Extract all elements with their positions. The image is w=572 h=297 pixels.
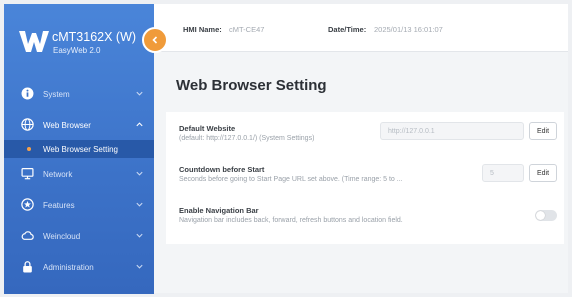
selected-dot xyxy=(27,147,31,151)
sidebar: cMT3162X (W) EasyWeb 2.0 System Web Brow… xyxy=(4,4,154,294)
chevron-down-icon xyxy=(136,171,143,176)
toggle-knob xyxy=(536,211,545,220)
default-website-title: Default Website xyxy=(179,124,236,133)
sidebar-nav: System Web Browser Web Browser Setting N… xyxy=(4,78,154,282)
lock-icon xyxy=(23,261,32,273)
cloud-icon xyxy=(21,231,34,240)
star-icon xyxy=(21,198,34,211)
sidebar-item-web-browser[interactable]: Web Browser xyxy=(4,109,154,140)
default-website-field[interactable]: http://127.0.0.1 xyxy=(380,122,524,140)
edit-default-website-button[interactable]: Edit xyxy=(529,122,557,140)
sidebar-item-label: Features xyxy=(43,201,75,210)
sidebar-item-features[interactable]: Features xyxy=(4,189,154,220)
brand-header: cMT3162X (W) EasyWeb 2.0 xyxy=(4,4,154,74)
sidebar-item-weincloud[interactable]: Weincloud xyxy=(4,220,154,251)
chevron-down-icon xyxy=(136,91,143,96)
sidebar-item-label: Weincloud xyxy=(43,232,81,241)
hmi-name-label: HMI Name: xyxy=(183,25,222,34)
globe-icon xyxy=(21,118,34,131)
main-content: Web Browser Setting Default Website (def… xyxy=(154,52,568,293)
datetime-label: Date/Time: xyxy=(328,25,367,34)
sidebar-item-system[interactable]: System xyxy=(4,78,154,109)
sidebar-item-label: Web Browser xyxy=(43,121,91,130)
navigation-bar-toggle[interactable] xyxy=(535,210,557,221)
navigation-bar-desc: Navigation bar includes back, forward, r… xyxy=(179,217,403,224)
monitor-icon xyxy=(21,168,34,180)
navigation-bar-title: Enable Navigation Bar xyxy=(179,206,259,215)
default-website-desc: (default: http://127.0.0.1/) (System Set… xyxy=(179,135,315,142)
sidebar-subitem-web-browser-setting[interactable]: Web Browser Setting xyxy=(4,140,154,158)
sidebar-item-administration[interactable]: Administration xyxy=(4,251,154,282)
info-icon xyxy=(21,87,34,100)
chevron-down-icon xyxy=(136,233,143,238)
sidebar-subitem-label: Web Browser Setting xyxy=(43,145,118,154)
sidebar-item-label: Administration xyxy=(43,263,94,272)
sidebar-item-label: System xyxy=(43,90,70,99)
datetime-value: 2025/01/13 16:01:07 xyxy=(374,25,443,34)
collapse-sidebar-button[interactable] xyxy=(142,27,168,53)
countdown-desc: Seconds before going to Start Page URL s… xyxy=(179,176,403,183)
sidebar-item-label: Network xyxy=(43,170,73,179)
weintek-logo xyxy=(19,31,49,52)
chevron-down-icon xyxy=(136,264,143,269)
chevron-left-icon xyxy=(152,36,158,44)
app-version: EasyWeb 2.0 xyxy=(53,46,101,55)
settings-card: Default Website (default: http://127.0.0… xyxy=(166,112,564,244)
chevron-down-icon xyxy=(136,202,143,207)
page-title: Web Browser Setting xyxy=(176,77,327,94)
device-model: cMT3162X (W) xyxy=(52,30,137,44)
countdown-title: Countdown before Start xyxy=(179,165,265,174)
edit-countdown-button[interactable]: Edit xyxy=(529,164,557,182)
sidebar-item-network[interactable]: Network xyxy=(4,158,154,189)
hmi-name-value: cMT-CE47 xyxy=(229,25,265,34)
top-header: HMI Name: cMT-CE47 Date/Time: 2025/01/13… xyxy=(154,4,568,52)
countdown-field[interactable]: 5 xyxy=(482,164,524,182)
chevron-up-icon xyxy=(136,122,143,127)
